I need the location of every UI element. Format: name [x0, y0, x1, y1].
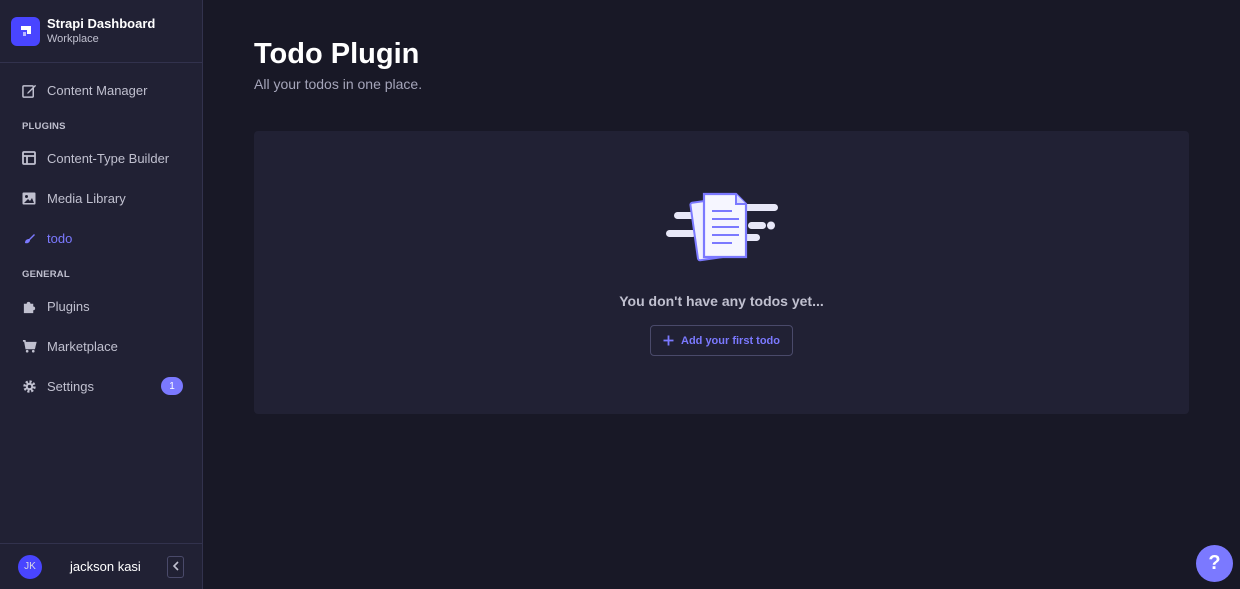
page-subtitle: All your todos in one place. [254, 76, 423, 92]
sidebar-item-label: todo [47, 230, 73, 246]
avatar[interactable]: JK [18, 554, 42, 579]
main-content: Todo Plugin All your todos in one place. [203, 0, 1240, 589]
documents-illustration-icon [664, 191, 779, 267]
cart-icon [21, 338, 37, 354]
sidebar-item-label: Content-Type Builder [47, 150, 170, 166]
brand-subtitle: Workplace [47, 33, 99, 45]
sidebar-item-plugins[interactable]: Plugins [0, 286, 202, 326]
pen-icon [21, 82, 37, 98]
gear-icon [21, 378, 37, 394]
sidebar: Strapi Dashboard Workplace Content Manag… [0, 0, 203, 589]
empty-state-message: You don't have any todos yet... [619, 293, 824, 309]
add-first-todo-label: Add your first todo [681, 334, 780, 347]
sidebar-item-todo[interactable]: todo [0, 218, 202, 258]
sidebar-item-content-manager[interactable]: Content Manager [0, 70, 202, 110]
sidebar-item-settings[interactable]: Settings 1 [0, 366, 202, 406]
user-name[interactable]: jackson kasi [70, 559, 141, 574]
image-icon [21, 190, 37, 206]
sidebar-item-label: Content Manager [47, 82, 148, 98]
sidebar-item-label: Plugins [47, 298, 90, 314]
empty-state-card: You don't have any todos yet... Add your… [254, 131, 1189, 414]
collapse-sidebar-button[interactable] [167, 556, 184, 578]
add-first-todo-button[interactable]: Add your first todo [650, 325, 793, 356]
brand-title: Strapi Dashboard [47, 16, 156, 31]
brand[interactable]: Strapi Dashboard Workplace [0, 0, 202, 63]
sidebar-item-label: Media Library [47, 190, 126, 206]
sidebar-item-media-library[interactable]: Media Library [0, 178, 202, 218]
puzzle-icon [21, 298, 37, 314]
page-title: Todo Plugin [254, 38, 420, 70]
settings-badge: 1 [161, 377, 183, 395]
brush-icon [21, 230, 37, 246]
chevron-left-icon [172, 558, 180, 576]
section-title-general: GENERAL [22, 269, 70, 280]
sidebar-item-content-type-builder[interactable]: Content-Type Builder [0, 138, 202, 178]
sidebar-item-label: Settings [47, 378, 94, 394]
section-title-plugins: PLUGINS [22, 121, 66, 132]
sidebar-footer: JK jackson kasi [0, 543, 202, 589]
help-button[interactable]: ? [1196, 545, 1233, 582]
layout-icon [21, 150, 37, 166]
sidebar-item-label: Marketplace [47, 338, 118, 354]
plus-icon [663, 335, 674, 346]
sidebar-nav: Content Manager PLUGINS Content-Type Bui… [0, 63, 202, 406]
sidebar-item-marketplace[interactable]: Marketplace [0, 326, 202, 366]
help-label: ? [1208, 552, 1221, 574]
strapi-logo-icon [11, 16, 40, 46]
